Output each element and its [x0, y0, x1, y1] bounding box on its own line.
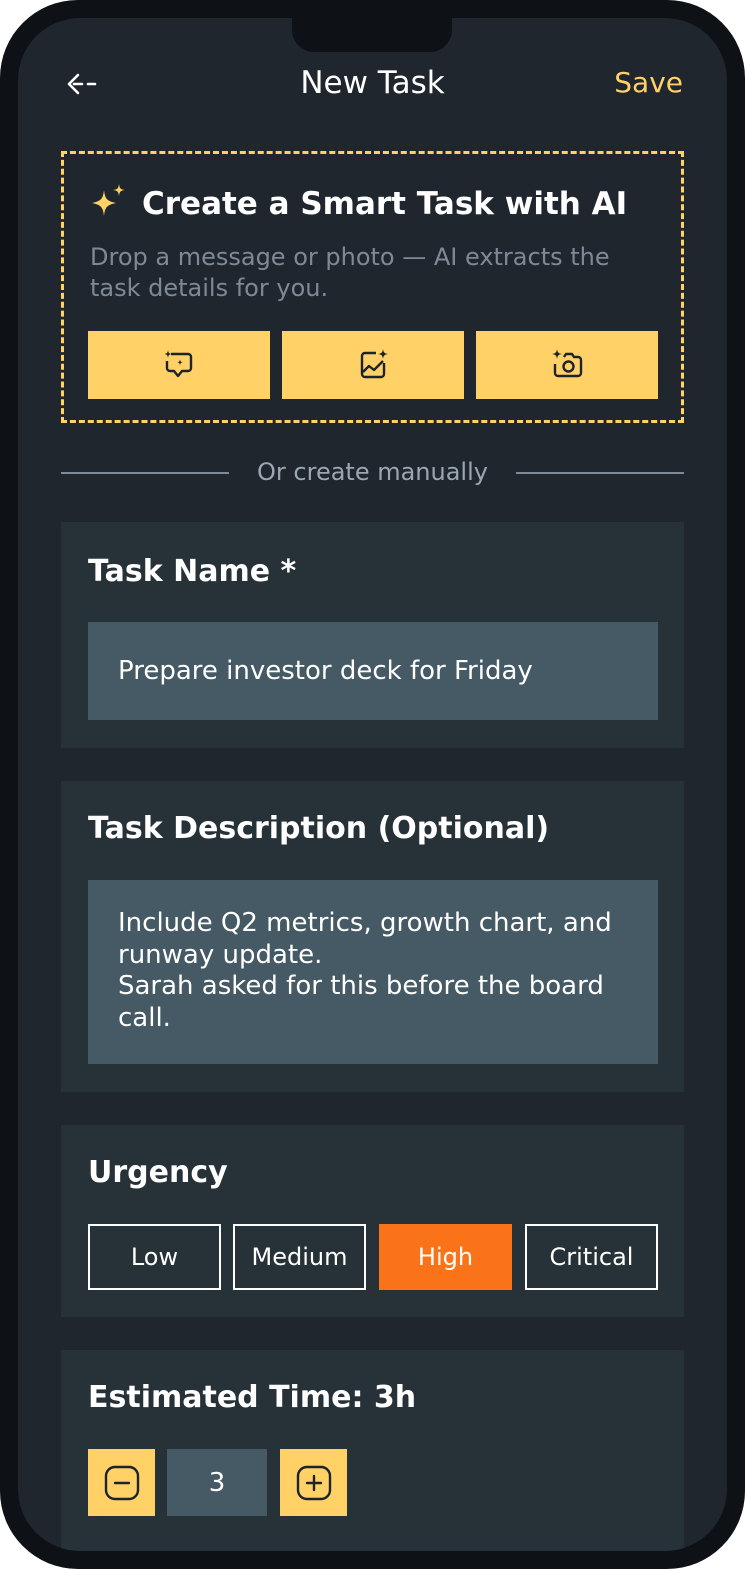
task-description-textarea[interactable]: Include Q2 metrics, growth chart, and ru… [88, 880, 658, 1064]
manual-divider: Or create manually [61, 454, 684, 490]
ai-from-camera-button[interactable] [476, 331, 658, 399]
phone-frame: New Task Save Create a Smart Task with A… [0, 0, 745, 1569]
decrement-button[interactable] [88, 1449, 155, 1516]
minus-icon [104, 1465, 139, 1500]
ai-card-description: Drop a message or photo — AI extracts th… [90, 243, 610, 302]
urgency-option-high[interactable]: High [379, 1224, 512, 1290]
urgency-card: Urgency Low Medium High Critical [61, 1125, 684, 1317]
sparkle-icon [92, 184, 125, 216]
ai-smart-task-card: Create a Smart Task with AI Drop a messa… [61, 151, 684, 423]
urgency-option-low[interactable]: Low [88, 1224, 221, 1290]
ai-card-title: Create a Smart Task with AI [142, 186, 628, 222]
ai-from-message-button[interactable] [88, 331, 270, 399]
ai-camera-icon [552, 349, 583, 378]
ai-message-icon [164, 350, 193, 378]
ai-image-icon [360, 349, 388, 379]
divider-line-right [516, 472, 684, 474]
urgency-option-medium[interactable]: Medium [233, 1224, 366, 1290]
estimated-time-value[interactable]: 3 [167, 1449, 267, 1516]
task-description-card: Task Description (Optional) Include Q2 m… [61, 781, 684, 1092]
increment-button[interactable] [280, 1449, 347, 1516]
ai-from-image-button[interactable] [282, 331, 464, 399]
app-screen: New Task Save Create a Smart Task with A… [18, 18, 727, 1551]
estimated-time-label: Estimated Time: 3h [88, 1380, 417, 1415]
urgency-label: Urgency [88, 1155, 228, 1190]
plus-icon [296, 1465, 331, 1500]
task-name-input[interactable]: Prepare investor deck for Friday [88, 622, 658, 720]
urgency-option-critical[interactable]: Critical [525, 1224, 658, 1290]
task-description-label: Task Description (Optional) [88, 811, 550, 846]
task-name-label: Task Name * [88, 554, 297, 589]
header: New Task Save [18, 18, 727, 148]
estimated-time-card: Estimated Time: 3h 3 [61, 1350, 684, 1551]
save-button[interactable]: Save [614, 62, 683, 104]
task-name-card: Task Name * Prepare investor deck for Fr… [61, 522, 684, 748]
